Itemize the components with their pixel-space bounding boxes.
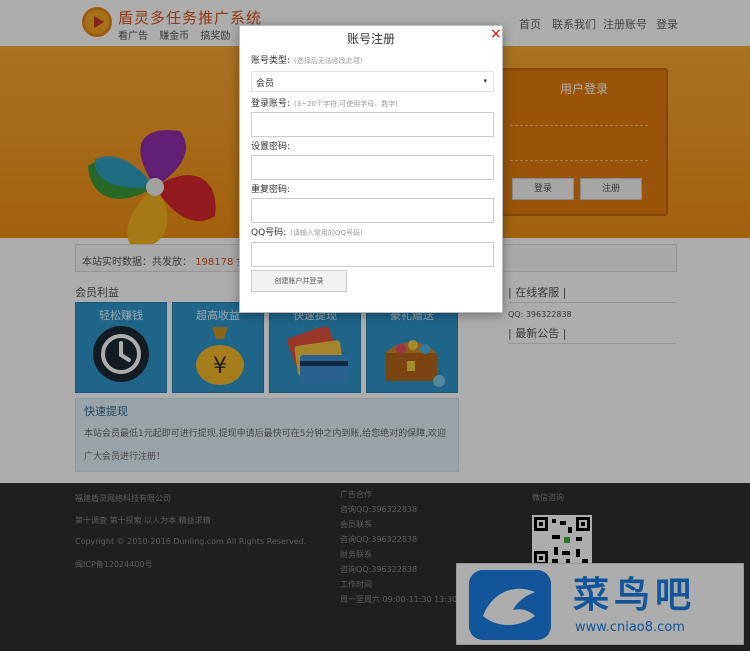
qq-input[interactable] (251, 242, 494, 267)
confirm-password-input[interactable] (251, 198, 494, 223)
account-type-hint: (选择后无法修改此项) (294, 57, 363, 65)
account-type-value: 会员 (256, 79, 275, 89)
account-type-label: 账号类型: (选择后无法修改此项) (251, 53, 363, 66)
qq-hint: (请输入常用的QQ号码) (290, 229, 363, 237)
create-account-button[interactable]: 创建账户并登录 (251, 270, 347, 292)
username-hint: (3~20个字符,可使用字母、数字) (294, 100, 398, 108)
close-icon[interactable]: × (490, 26, 502, 42)
confirm-password-label: 重复密码: (251, 185, 291, 195)
chevron-down-icon: ▾ (483, 77, 487, 85)
register-modal: 账号注册 × 账号类型: (选择后无法修改此项) 会员 ▾ 登录账号: (3~20个… (239, 25, 503, 313)
username-label: 登录账号: (3~20个字符,可使用字母、数字) (251, 96, 398, 109)
qq-label: QQ号码: (请输入常用的QQ号码) (251, 225, 363, 238)
account-type-label-text: 账号类型: (251, 56, 291, 66)
username-input[interactable] (251, 112, 494, 137)
modal-title: 账号注册 (346, 32, 395, 46)
username-label-text: 登录账号: (251, 99, 291, 109)
password-input[interactable] (251, 155, 494, 180)
qq-label-text: QQ号码: (251, 228, 287, 238)
password-label: 设置密码: (251, 142, 291, 152)
account-type-select[interactable]: 会员 ▾ (251, 71, 494, 92)
